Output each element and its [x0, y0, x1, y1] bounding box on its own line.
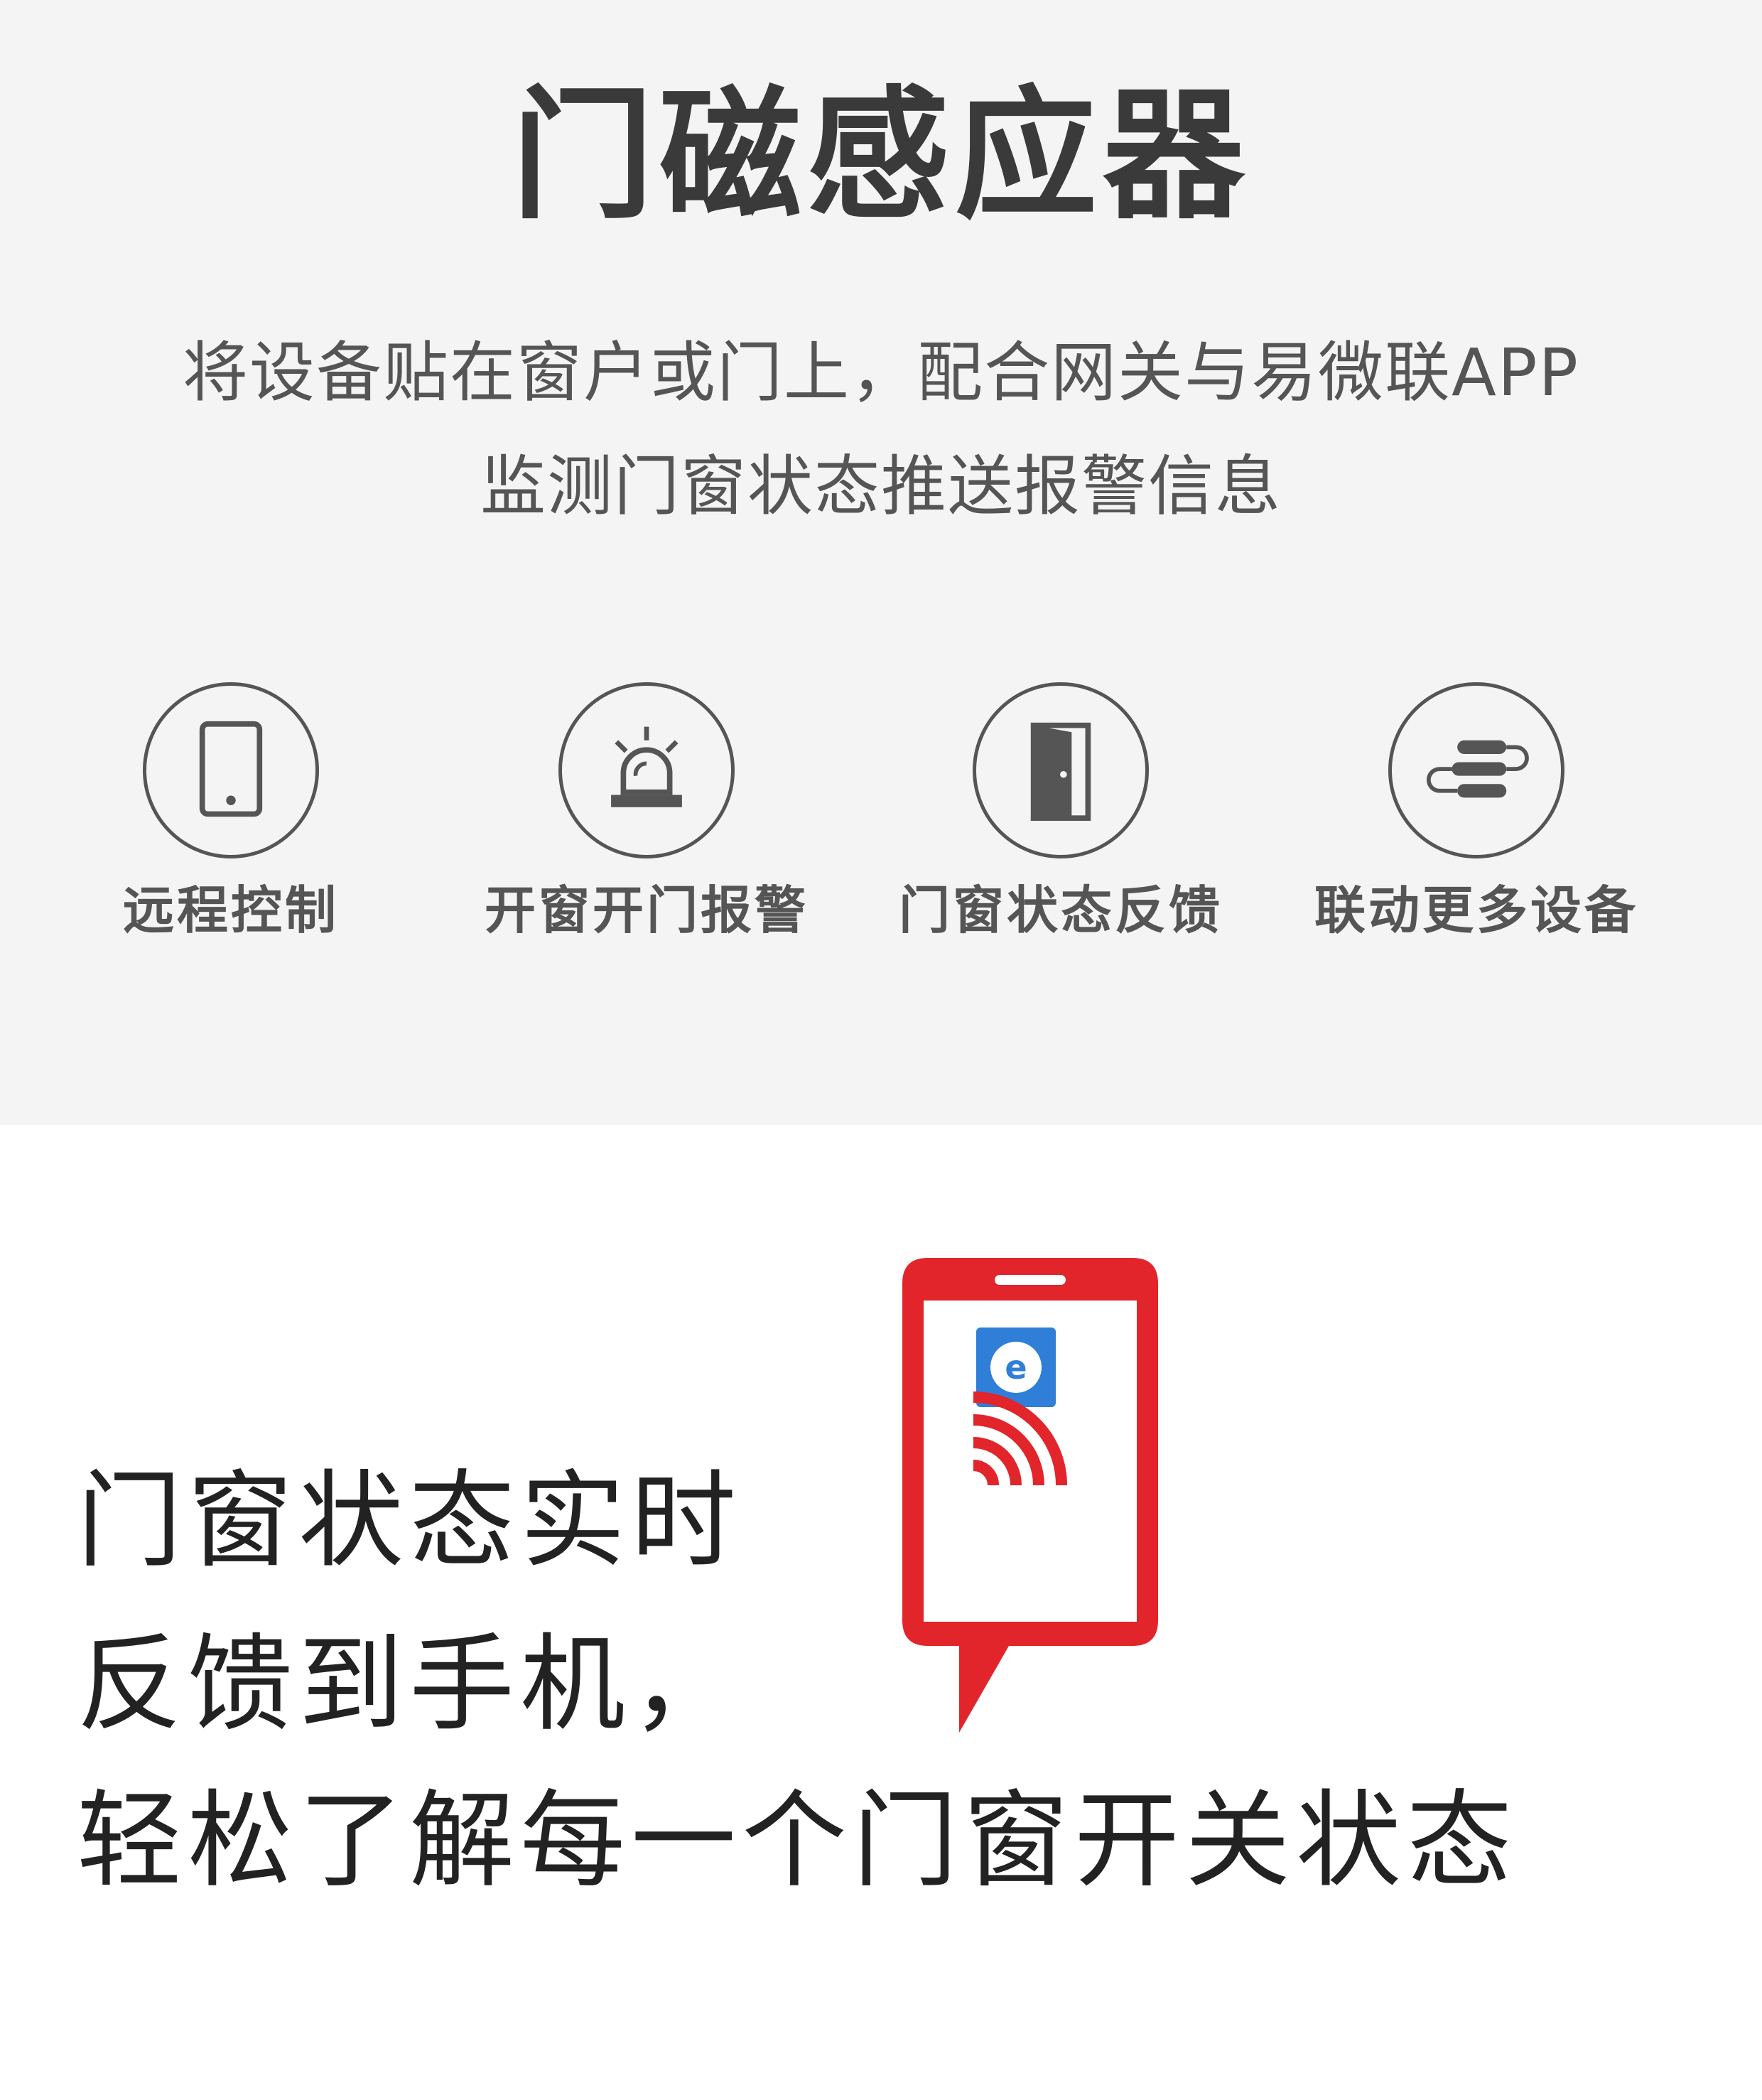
feature-label: 联动更多设备: [1314, 881, 1638, 940]
feature-status-feedback: 门窗状态反馈: [890, 682, 1231, 941]
feature-icon-circle: [1388, 682, 1564, 858]
feature-open-alarm: 开窗开门报警: [476, 682, 817, 941]
link-icon: [1427, 740, 1529, 798]
promo-line-1: 门窗状态实时: [77, 1460, 742, 1582]
feature-icon-circle: [143, 682, 319, 858]
top-section: 门磁感应器 将设备贴在窗户或门上，配合网关与易微联APP 监测门窗状态推送报警信…: [0, 0, 1762, 1125]
promo-line-2: 反馈到手机，: [77, 1623, 742, 1745]
feature-label: 远程控制: [122, 881, 339, 940]
feature-icon-circle: [973, 682, 1149, 858]
page-title: 门磁感应器: [511, 73, 1250, 239]
phone-notification-icon: e: [902, 1258, 1158, 1733]
door-icon: [1030, 722, 1091, 822]
feature-remote-control: 远程控制: [60, 682, 401, 941]
promo-line-3: 轻松了解每一个门窗开关状态: [77, 1779, 1518, 1902]
subtitle-line-1: 将设备贴在窗户或门上，配合网关与易微联APP: [183, 335, 1579, 411]
feature-icon-circle: [558, 682, 735, 858]
feature-label: 门窗状态反馈: [898, 881, 1223, 940]
alarm-light-icon: [611, 726, 682, 807]
app-icon-letter: e: [1005, 1348, 1027, 1386]
feature-linkage: 联动更多设备: [1306, 682, 1647, 941]
feature-label: 开窗开门报警: [484, 881, 809, 940]
subtitle-line-2: 监测门窗状态推送报警信息: [480, 448, 1282, 524]
phone-icon: [199, 721, 263, 817]
